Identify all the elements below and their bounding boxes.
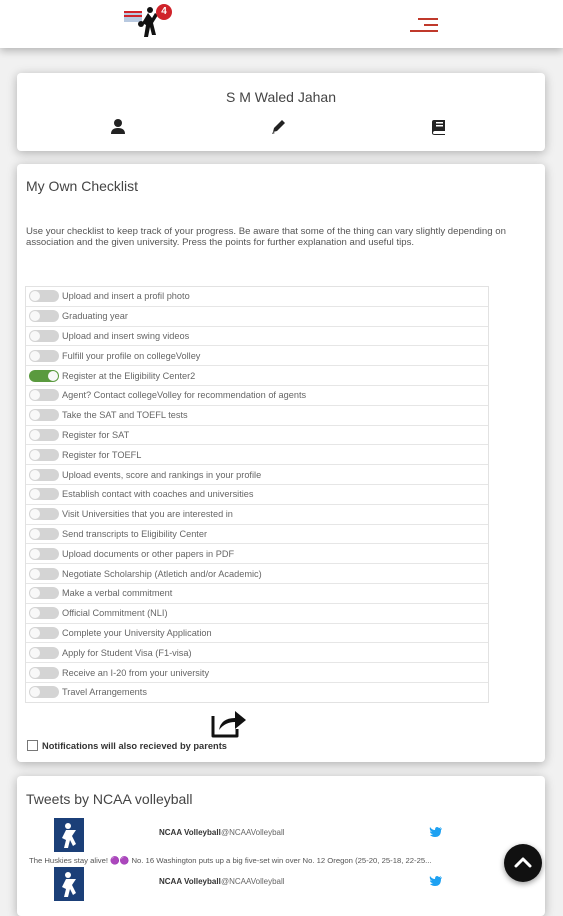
- checklist-item-label: Graduating year: [62, 311, 128, 322]
- checklist-item[interactable]: Upload and insert a profil photo: [26, 287, 488, 307]
- checklist-item-label: Establish contact with coaches and unive…: [62, 489, 254, 500]
- hamburger-menu-icon[interactable]: [410, 15, 438, 35]
- checklist-item-label: Register at the Eligibility Center2: [62, 370, 196, 381]
- checklist-item-label: Apply for Student Visa (F1-visa): [62, 647, 192, 658]
- checklist-toggle[interactable]: [29, 567, 59, 580]
- checklist-item[interactable]: Receive an I-20 from your university: [26, 663, 488, 683]
- checklist-item[interactable]: Complete your University Application: [26, 624, 488, 644]
- tweets-title: Tweets by NCAA volleyball: [26, 791, 193, 807]
- checklist-item-label: Upload documents or other papers in PDF: [62, 548, 235, 559]
- notification-label: Notifications will also recieved by pare…: [42, 740, 227, 751]
- checklist-item[interactable]: Make a verbal commitment: [26, 584, 488, 604]
- checklist-toggle[interactable]: [29, 527, 59, 540]
- checklist-title: My Own Checklist: [26, 178, 139, 194]
- checklist-toggle[interactable]: [29, 369, 59, 382]
- checklist-card: My Own Checklist Use your checklist to k…: [17, 164, 545, 762]
- checklist-item-label: Upload events, score and rankings in you…: [62, 469, 262, 480]
- checklist-toggle[interactable]: [29, 428, 59, 441]
- checklist-item-label: Send transcripts to Eligibility Center: [62, 528, 208, 539]
- twitter-bird-icon[interactable]: [429, 826, 443, 838]
- checklist-toggle[interactable]: [29, 448, 59, 461]
- checklist-toggle[interactable]: [29, 547, 59, 560]
- checklist-toggle[interactable]: [29, 349, 59, 362]
- checklist-item-label: Upload and insert swing videos: [62, 330, 190, 341]
- checklist-item-label: Complete your University Application: [62, 627, 212, 638]
- tweet-item[interactable]: NCAA Volleyball @NCAAVolleyball: [17, 867, 545, 913]
- checklist-item-label: Register for TOEFL: [62, 449, 142, 460]
- checklist-item-label: Visit Universities that you are interest…: [62, 509, 233, 520]
- checklist-item[interactable]: Establish contact with coaches and unive…: [26, 485, 488, 505]
- checklist-item[interactable]: Upload events, score and rankings in you…: [26, 465, 488, 485]
- checklist-item[interactable]: Graduating year: [26, 307, 488, 327]
- checklist-item[interactable]: Register for SAT: [26, 426, 488, 446]
- checklist-item[interactable]: Visit Universities that you are interest…: [26, 505, 488, 525]
- tweet-author-handle[interactable]: @NCAAVolleyball: [221, 877, 285, 886]
- notification-option[interactable]: Notifications will also recieved by pare…: [27, 740, 227, 751]
- notification-checkbox[interactable]: [27, 740, 38, 751]
- checklist-toggle[interactable]: [29, 468, 59, 481]
- checklist-toggle[interactable]: [29, 508, 59, 521]
- tweet-author-name[interactable]: NCAA Volleyball: [159, 828, 221, 837]
- checklist-toggle[interactable]: [29, 587, 59, 600]
- tweet-author-handle[interactable]: @NCAAVolleyball: [221, 828, 285, 837]
- notification-badge: 4: [156, 4, 172, 20]
- chevron-up-icon: [514, 857, 532, 868]
- twitter-bird-icon[interactable]: [429, 875, 443, 887]
- checklist-item-label: Negotiate Scholarship (Atletich and/or A…: [62, 568, 262, 579]
- profile-card: S M Waled Jahan: [17, 73, 545, 151]
- checklist-items: Upload and insert a profil photo Graduati…: [25, 286, 489, 703]
- checklist-item[interactable]: Official Commitment (NLI): [26, 604, 488, 624]
- checklist-item[interactable]: Send transcripts to Eligibility Center: [26, 525, 488, 545]
- checklist-toggle[interactable]: [29, 666, 59, 679]
- checklist-item-label: Agent? Contact collegeVolley for recomme…: [62, 390, 307, 401]
- checklist-toggle[interactable]: [29, 409, 59, 422]
- checklist-item-label: Official Commitment (NLI): [62, 608, 168, 619]
- checklist-toggle[interactable]: [29, 290, 59, 303]
- tweet-item[interactable]: NCAA Volleyball @NCAAVolleyball The Husk…: [17, 818, 545, 865]
- checklist-toggle[interactable]: [29, 607, 59, 620]
- ncaa-volleyball-avatar-icon[interactable]: [54, 818, 84, 852]
- checklist-toggle[interactable]: [29, 686, 59, 699]
- checklist-item[interactable]: Negotiate Scholarship (Atletich and/or A…: [26, 564, 488, 584]
- checklist-toggle[interactable]: [29, 488, 59, 501]
- checklist-item-label: Make a verbal commitment: [62, 588, 173, 599]
- checklist-item[interactable]: Apply for Student Visa (F1-visa): [26, 643, 488, 664]
- pencil-icon[interactable]: [269, 117, 289, 137]
- checklist-item[interactable]: Travel Arrangements: [26, 683, 488, 702]
- checklist-item-label: Upload and insert a profil photo: [62, 291, 190, 302]
- checklist-item-label: Register for SAT: [62, 429, 130, 440]
- checklist-description: Use your checklist to keep track of your…: [26, 226, 506, 248]
- checklist-item[interactable]: Take the SAT and TOEFL tests: [26, 406, 488, 426]
- top-bar: 4: [0, 0, 563, 48]
- checklist-item[interactable]: Register for TOEFL: [26, 445, 488, 466]
- checklist-toggle[interactable]: [29, 310, 59, 323]
- checklist-item-label: Receive an I-20 from your university: [62, 667, 210, 678]
- checklist-toggle[interactable]: [29, 626, 59, 639]
- checklist-item-label: Take the SAT and TOEFL tests: [62, 410, 188, 421]
- checklist-toggle[interactable]: [29, 389, 59, 402]
- checklist-item[interactable]: Agent? Contact collegeVolley for recomme…: [26, 386, 488, 406]
- tweet-text: The Huskies stay alive! 🟣🟣 No. 16 Washin…: [29, 856, 432, 865]
- tweets-card: Tweets by NCAA volleyball NCAA Volleybal…: [17, 776, 545, 916]
- checklist-toggle[interactable]: [29, 329, 59, 342]
- checklist-item[interactable]: Register at the Eligibility Center2: [26, 366, 488, 386]
- checklist-item-label: Travel Arrangements: [62, 687, 147, 698]
- checklist-item[interactable]: Upload documents or other papers in PDF: [26, 544, 488, 565]
- user-icon[interactable]: [108, 117, 128, 137]
- checklist-toggle[interactable]: [29, 646, 59, 659]
- ncaa-volleyball-avatar-icon[interactable]: [54, 867, 84, 901]
- scroll-to-top-button[interactable]: [504, 844, 542, 882]
- tweet-author-name[interactable]: NCAA Volleyball: [159, 877, 221, 886]
- checklist-item[interactable]: Fulfill your profile on collegeVolley: [26, 346, 488, 367]
- checklist-item[interactable]: Upload and insert swing videos: [26, 327, 488, 347]
- share-icon[interactable]: [209, 706, 249, 740]
- checklist-item-label: Fulfill your profile on collegeVolley: [62, 350, 201, 361]
- book-icon[interactable]: [429, 117, 449, 137]
- profile-name: S M Waled Jahan: [226, 89, 336, 105]
